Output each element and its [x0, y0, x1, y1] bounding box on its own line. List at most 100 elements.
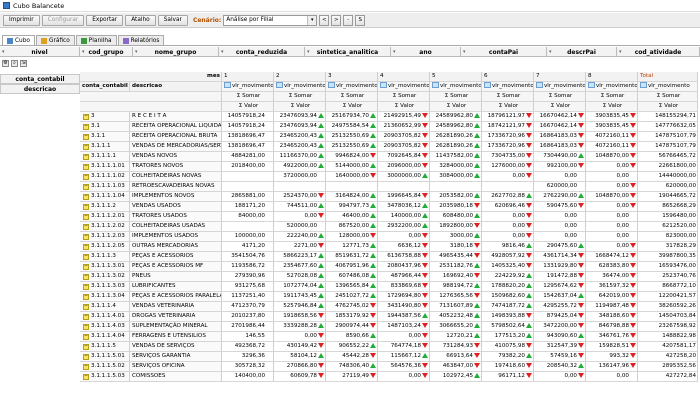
account-code-cell[interactable]: −3.1.1.1.1.03 — [80, 182, 130, 192]
value-cell[interactable]: 3478036,12 — [378, 202, 430, 212]
total-cell[interactable]: 620000,00 — [638, 182, 698, 192]
value-cell[interactable]: 1729694,80 — [378, 292, 430, 302]
value-cell[interactable]: 590475,60 — [534, 202, 586, 212]
measure-header[interactable]: vlr_movimento — [378, 82, 430, 92]
collapse-icon[interactable]: − — [83, 243, 89, 250]
total-cell[interactable]: 38260592,26 — [638, 302, 698, 312]
value-cell[interactable]: 0,00 — [586, 232, 638, 242]
account-code-cell[interactable]: −3.1.1.1.3.02 — [80, 272, 130, 282]
value-cell[interactable]: 21492915,49 — [378, 112, 430, 122]
account-code-cell[interactable]: −3 — [80, 112, 130, 122]
value-cell[interactable]: 1194987,48 — [586, 302, 638, 312]
value-cell[interactable]: 7304490,00 — [534, 152, 586, 162]
collapse-icon[interactable]: − — [83, 253, 89, 260]
account-code-cell[interactable]: −3.1.1.1.2.03 — [80, 232, 130, 242]
value-cell[interactable]: 3339288,28 — [274, 322, 326, 332]
value-cell[interactable]: 17336720,96 — [482, 132, 534, 142]
value-cell[interactable]: 16864183,03 — [534, 142, 586, 152]
value-cell[interactable]: 24975584,54 — [326, 122, 378, 132]
month-column-header[interactable]: 2 — [274, 72, 326, 82]
value-cell[interactable]: 2900974,44 — [326, 322, 378, 332]
value-cell[interactable]: 24589962,80 — [430, 122, 482, 132]
collapse-icon[interactable]: − — [83, 263, 89, 270]
value-cell[interactable]: 487966,44 — [378, 272, 430, 282]
collapse-icon[interactable]: − — [83, 353, 89, 360]
value-cell[interactable]: 2354677,60 — [274, 262, 326, 272]
total-cell[interactable]: 12200421,57 — [638, 292, 698, 302]
value-cell[interactable]: 7304735,00 — [482, 152, 534, 162]
measure-header[interactable]: vlr_movimento — [274, 82, 326, 92]
value-cell[interactable]: 0,00 — [534, 212, 586, 222]
value-cell[interactable]: 2035980,18 — [430, 202, 482, 212]
value-cell[interactable]: 4067951,96 — [326, 262, 378, 272]
value-cell[interactable]: 16670462,14 — [534, 112, 586, 122]
collapse-icon[interactable]: − — [83, 213, 89, 220]
value-cell[interactable]: 2271,00 — [274, 242, 326, 252]
value-cell[interactable]: 23476093,94 — [274, 112, 326, 122]
value-cell[interactable]: 1295674,62 — [534, 282, 586, 292]
value-cell[interactable]: 3000,00 — [430, 232, 482, 242]
total-cell[interactable]: 147875107,79 — [638, 132, 698, 142]
value-cell[interactable]: 4072160,11 — [586, 132, 638, 142]
total-cell[interactable]: 823000,00 — [638, 232, 698, 242]
total-cell[interactable]: 148155294,71 — [638, 112, 698, 122]
value-cell[interactable]: 4884281,00 — [222, 152, 274, 162]
value-cell[interactable]: 2096000,00 — [378, 162, 430, 172]
value-cell[interactable]: 748306,40 — [326, 362, 378, 372]
collapse-icon[interactable]: − — [83, 323, 89, 330]
collapse-icon[interactable]: − — [83, 303, 89, 310]
value-cell[interactable]: 13818696,47 — [222, 142, 274, 152]
value-cell[interactable]: 2018400,00 — [222, 162, 274, 172]
field-conta-reduzida[interactable]: ▾ conta_reduzida — [219, 47, 305, 57]
value-cell[interactable]: 20903705,82 — [378, 142, 430, 152]
value-cell[interactable]: 60609,78 — [274, 372, 326, 382]
value-cell[interactable]: 197418,60 — [482, 362, 534, 372]
scenario-select[interactable]: Análise por Filial ▾ — [223, 14, 318, 26]
total-cell[interactable]: 56766465,72 — [638, 152, 698, 162]
value-cell[interactable]: 410075,98 — [482, 342, 534, 352]
value-cell[interactable]: 988194,72 — [430, 282, 482, 292]
value-cell[interactable]: 2531182,76 — [430, 262, 482, 272]
account-code-cell[interactable]: −3.1.1.1.2.05 — [80, 242, 130, 252]
value-cell[interactable]: 12720,21 — [430, 332, 482, 342]
value-cell[interactable]: 943090,60 — [534, 332, 586, 342]
value-cell[interactable]: 9946824,00 — [326, 152, 378, 162]
value-cell[interactable]: 463847,00 — [430, 362, 482, 372]
value-cell[interactable]: 136147,96 — [586, 362, 638, 372]
total-cell[interactable]: 39987800,35 — [638, 252, 698, 262]
value-cell[interactable]: 8519631,72 — [326, 252, 378, 262]
value-cell[interactable]: 520000,00 — [274, 222, 326, 232]
value-cell[interactable]: 0,00 — [534, 232, 586, 242]
value-cell[interactable]: 5866223,17 — [274, 252, 326, 262]
value-cell[interactable]: 290475,60 — [534, 242, 586, 252]
account-code-cell[interactable]: −3.1.1.1.5 — [80, 342, 130, 352]
value-cell[interactable]: 642019,00 — [586, 292, 638, 302]
value-cell[interactable]: 25167934,70 — [326, 112, 378, 122]
value-cell[interactable]: 2080437,96 — [378, 262, 430, 272]
value-cell[interactable]: 146,55 — [222, 332, 274, 342]
total-cell[interactable]: 8668772,10 — [638, 282, 698, 292]
value-cell[interactable]: 12771,73 — [326, 242, 378, 252]
value-cell[interactable]: 0,00 — [586, 372, 638, 382]
value-cell[interactable]: 9816,46 — [482, 242, 534, 252]
expand-icon[interactable]: ⇲ — [20, 60, 27, 67]
month-column-header[interactable]: 1 — [222, 72, 274, 82]
value-cell[interactable]: 25132550,69 — [326, 132, 378, 142]
scenario-prev-button[interactable]: < — [319, 14, 330, 26]
row-header-code[interactable]: conta_contabil — [80, 82, 130, 92]
total-cell[interactable]: 6212520,00 — [638, 222, 698, 232]
value-cell[interactable]: 18796121,97 — [482, 112, 534, 122]
month-column-header[interactable]: 4 — [378, 72, 430, 82]
total-cell[interactable]: 317828,29 — [638, 242, 698, 252]
total-cell[interactable]: 16593476,00 — [638, 262, 698, 272]
value-cell[interactable]: 25132550,69 — [326, 142, 378, 152]
value-cell[interactable]: 4052232,48 — [430, 312, 482, 322]
measure-header[interactable]: vlr_movimento — [482, 82, 534, 92]
value-cell[interactable]: 620000,00 — [534, 182, 586, 192]
value-cell[interactable]: 13818696,47 — [222, 132, 274, 142]
value-cell[interactable] — [222, 182, 274, 192]
value-cell[interactable]: 1668474,12 — [586, 252, 638, 262]
account-code-cell[interactable]: −3.1.1.1.3.04 — [80, 292, 130, 302]
value-cell[interactable]: 2932200,00 — [378, 222, 430, 232]
value-cell[interactable]: 140400,00 — [222, 372, 274, 382]
